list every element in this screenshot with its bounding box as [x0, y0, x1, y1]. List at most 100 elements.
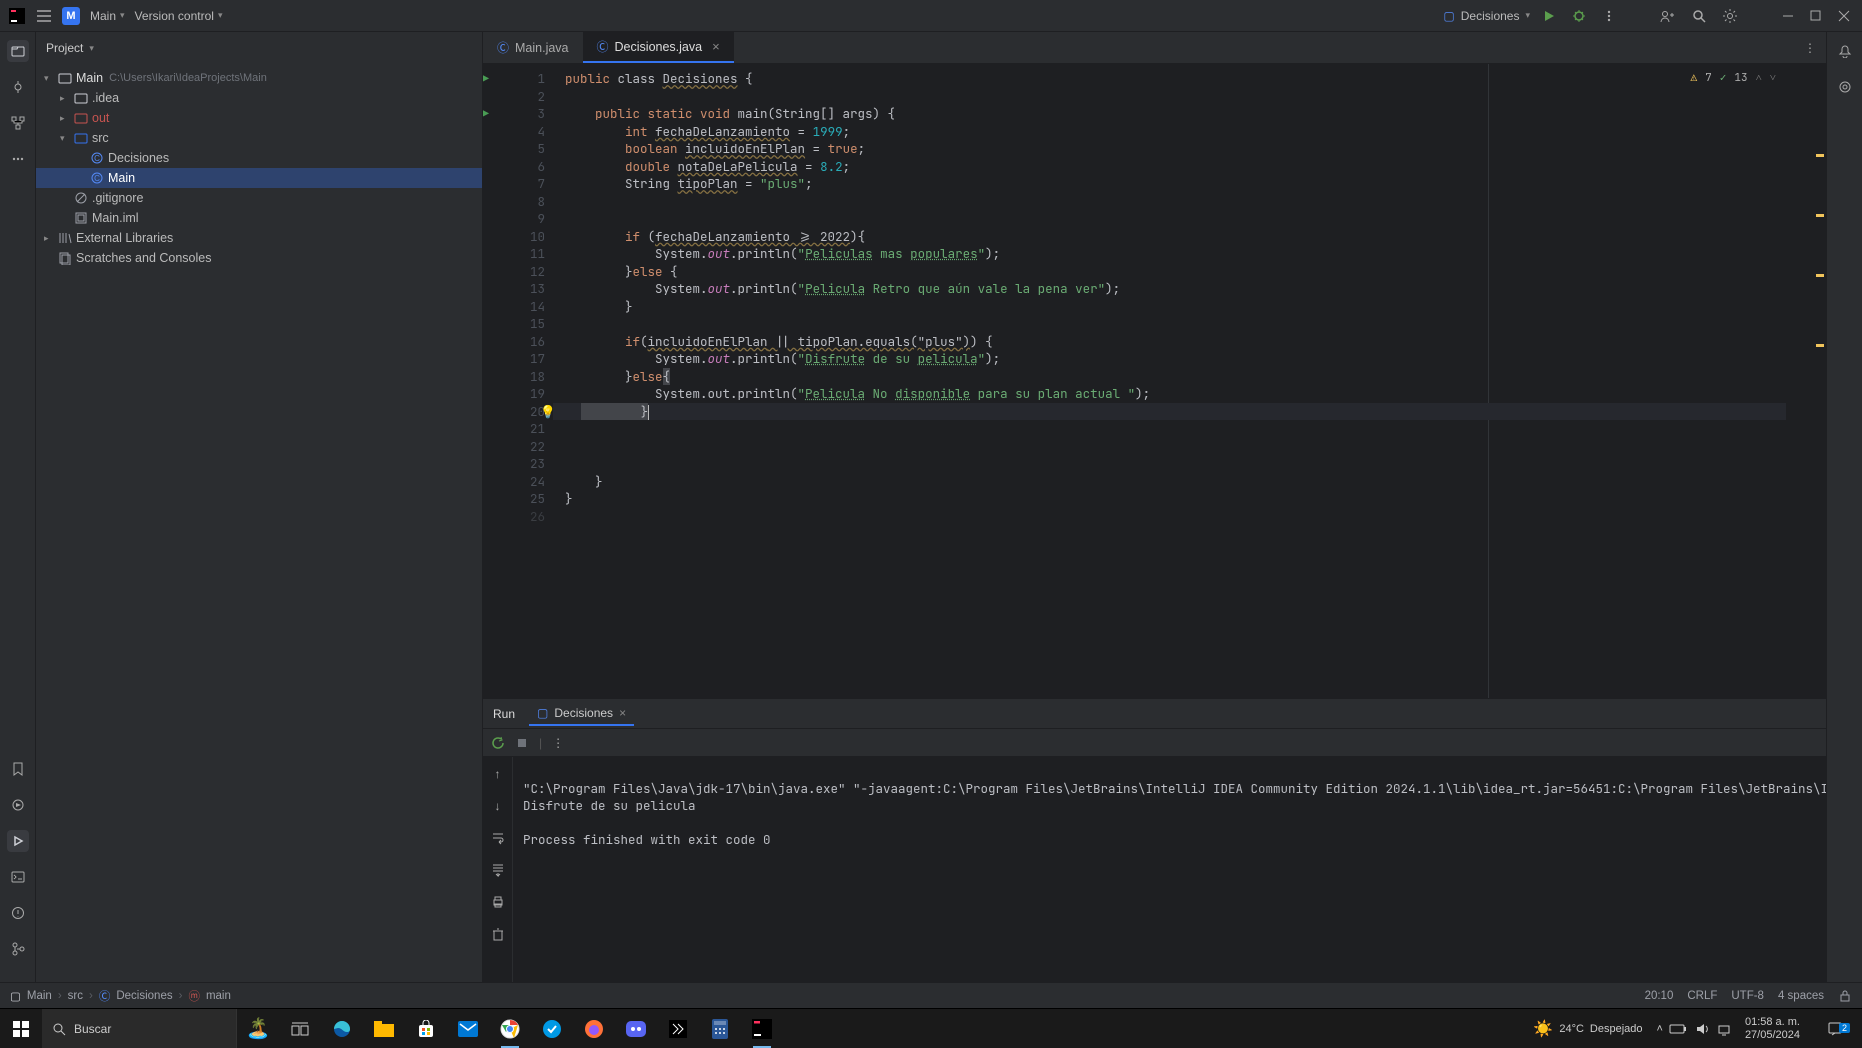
commit-tool-button[interactable]	[7, 76, 29, 98]
run-button[interactable]	[1538, 5, 1560, 27]
code-editor[interactable]: ▶ ▶ 123456789101112131415161718192021222…	[483, 64, 1826, 698]
taskbar-app-store[interactable]	[405, 1009, 447, 1048]
start-button[interactable]	[0, 1009, 42, 1048]
main-menu-icon[interactable]	[36, 9, 52, 23]
stop-button[interactable]	[515, 736, 529, 750]
tray-chevron-icon[interactable]: ˄	[1657, 1023, 1663, 1035]
cursor-position[interactable]: 20:10	[1645, 990, 1674, 1002]
line-number-gutter: 1234567891011121314151617181920212223242…	[501, 64, 553, 698]
tree-node-gitignore[interactable]: .gitignore	[36, 188, 482, 208]
search-everywhere-icon[interactable]	[1688, 5, 1710, 27]
console-output[interactable]: "C:\Program Files\Java\jdk-17\bin\java.e…	[513, 757, 1826, 982]
maximize-button[interactable]	[1806, 6, 1826, 26]
scroll-to-end-icon[interactable]	[487, 859, 509, 881]
taskbar-app-explorer[interactable]	[363, 1009, 405, 1048]
run-line-gutter-icon[interactable]: ▶	[483, 105, 501, 123]
chevron-down-icon[interactable]: ▾	[60, 133, 72, 144]
taskbar-app-calculator[interactable]	[699, 1009, 741, 1048]
taskbar-notifications[interactable]: 2	[1814, 1021, 1856, 1037]
tray-battery-icon[interactable]	[1669, 1023, 1687, 1035]
down-stack-icon[interactable]: ↓	[487, 795, 509, 817]
tree-node-iml[interactable]: Main.iml	[36, 208, 482, 228]
chevron-down-icon[interactable]: ▾	[89, 43, 94, 54]
taskbar-app-edge[interactable]	[321, 1009, 363, 1048]
folder-icon	[72, 91, 90, 105]
taskbar-app-chrome[interactable]	[489, 1009, 531, 1048]
settings-icon[interactable]	[1718, 4, 1742, 28]
chevron-right-icon[interactable]: ▸	[60, 113, 72, 124]
intention-bulb-icon[interactable]: 💡	[540, 403, 556, 420]
clear-all-icon[interactable]	[487, 923, 509, 945]
close-tab-icon[interactable]: ×	[712, 39, 720, 54]
taskbar-task-view[interactable]	[279, 1009, 321, 1048]
vcs-tool-button[interactable]	[7, 938, 29, 960]
editor-more-icon[interactable]: ⋮	[1800, 37, 1820, 59]
taskbar-app-discord[interactable]	[615, 1009, 657, 1048]
bookmarks-tool-button[interactable]	[7, 758, 29, 780]
tree-node-out[interactable]: ▸ out	[36, 108, 482, 128]
project-dropdown[interactable]: Main▾	[90, 9, 125, 23]
problems-tool-button[interactable]	[7, 902, 29, 924]
chevron-down-icon[interactable]: ˅	[1770, 70, 1776, 88]
breadcrumb[interactable]: ▢Main› src› ⒸDecisiones› ⓜmain	[10, 988, 231, 1004]
minimize-button[interactable]	[1778, 6, 1798, 26]
close-button[interactable]	[1834, 6, 1854, 26]
tree-node-src[interactable]: ▾ src	[36, 128, 482, 148]
taskbar-app-black[interactable]	[657, 1009, 699, 1048]
chevron-right-icon[interactable]: ▸	[60, 93, 72, 104]
tree-node-ext-libs[interactable]: ▸ External Libraries	[36, 228, 482, 248]
project-panel-header: Project ▾	[36, 32, 482, 64]
taskbar-app-mail[interactable]	[447, 1009, 489, 1048]
taskbar-clock[interactable]: 01:58 a. m. 27/05/2024	[1737, 1016, 1808, 1042]
run-line-gutter-icon[interactable]: ▶	[483, 70, 501, 88]
print-icon[interactable]	[487, 891, 509, 913]
line-separator[interactable]: CRLF	[1687, 990, 1717, 1002]
taskbar-app-intellij[interactable]	[741, 1009, 783, 1048]
debug-button[interactable]	[1568, 5, 1590, 27]
tree-node-idea[interactable]: ▸ .idea	[36, 88, 482, 108]
tab-decisiones-java[interactable]: Ⓒ Decisiones.java ×	[583, 32, 734, 63]
readonly-lock-icon[interactable]	[1838, 989, 1852, 1003]
tree-node-main-class[interactable]: C Main	[36, 168, 482, 188]
tree-root[interactable]: ▾ Main C:\Users\Ikari\IdeaProjects\Main	[36, 68, 482, 88]
chevron-down-icon[interactable]: ▾	[44, 73, 56, 84]
taskbar-weather[interactable]: ☀️ 24°C Despejado	[1525, 1019, 1650, 1039]
class-icon: C	[88, 171, 106, 185]
chevron-down-icon: ▾	[1525, 10, 1530, 21]
class-icon: Ⓒ	[597, 38, 609, 55]
tray-network-icon[interactable]	[1717, 1022, 1731, 1036]
console-more-icon[interactable]: ⋮	[552, 736, 564, 750]
vcs-dropdown[interactable]: Version control▾	[135, 9, 223, 23]
tree-node-scratches[interactable]: Scratches and Consoles	[36, 248, 482, 268]
taskbar-app-beach[interactable]: 🏝️	[237, 1009, 279, 1048]
more-tools-button[interactable]	[7, 148, 29, 170]
file-encoding[interactable]: UTF-8	[1731, 990, 1764, 1002]
tray-volume-icon[interactable]	[1695, 1022, 1709, 1036]
taskbar-app-firefox[interactable]	[573, 1009, 615, 1048]
taskbar-search[interactable]: Buscar	[42, 1009, 237, 1048]
services-tool-button[interactable]	[7, 794, 29, 816]
notifications-icon[interactable]	[1834, 40, 1856, 62]
code-with-me-icon[interactable]	[1656, 5, 1680, 27]
rerun-button[interactable]	[491, 736, 505, 750]
error-stripe[interactable]	[1786, 64, 1826, 698]
indent-settings[interactable]: 4 spaces	[1778, 990, 1824, 1002]
tree-node-decisiones[interactable]: C Decisiones	[36, 148, 482, 168]
more-actions-button[interactable]	[1598, 5, 1620, 27]
close-icon[interactable]: ×	[619, 706, 626, 720]
taskbar-app-generic-blue[interactable]	[531, 1009, 573, 1048]
ignore-file-icon	[72, 191, 90, 205]
up-stack-icon[interactable]: ↑	[487, 763, 509, 785]
ai-assistant-icon[interactable]	[1834, 76, 1856, 98]
inspection-widget[interactable]: ⚠7 ✓13 ˄ ˅	[1683, 68, 1784, 90]
run-config-selector[interactable]: ▢ Decisiones ▾	[1443, 9, 1530, 23]
structure-tool-button[interactable]	[7, 112, 29, 134]
tab-main-java[interactable]: Ⓒ Main.java	[483, 32, 583, 63]
run-tab-decisiones[interactable]: ▢ Decisiones ×	[529, 702, 634, 726]
project-tool-button[interactable]	[7, 40, 29, 62]
chevron-right-icon[interactable]: ▸	[44, 233, 56, 244]
chevron-up-icon[interactable]: ˄	[1756, 70, 1762, 88]
soft-wrap-icon[interactable]	[487, 827, 509, 849]
terminal-tool-button[interactable]	[7, 866, 29, 888]
run-tool-button[interactable]	[7, 830, 29, 852]
